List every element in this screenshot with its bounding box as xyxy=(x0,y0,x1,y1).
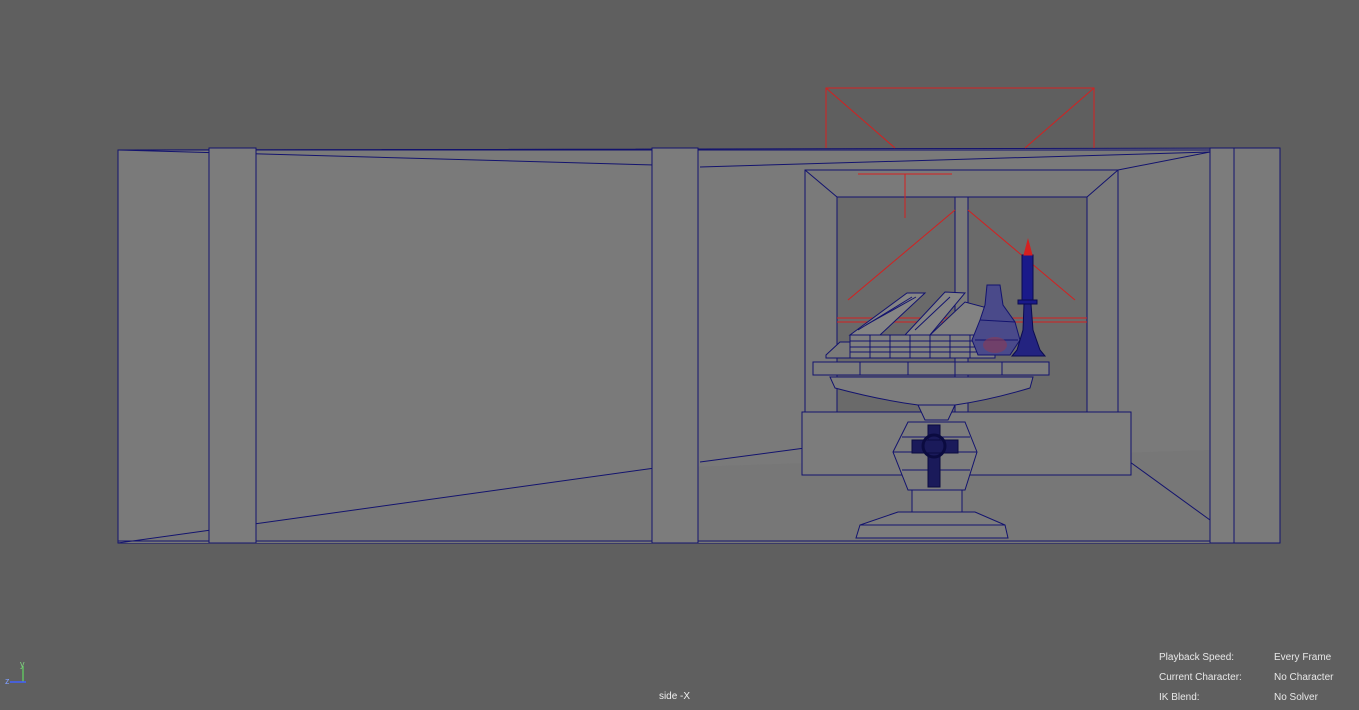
camera-name-label: side -X xyxy=(658,691,691,702)
hud-key: Playback Speed: xyxy=(1159,652,1235,663)
viewport-side-x[interactable]: y z side -X Playback Speed: Every Frame … xyxy=(0,0,1359,710)
hud-key: IK Blend: xyxy=(1159,692,1200,703)
pillar-right xyxy=(1209,147,1235,544)
hud-key: Current Character: xyxy=(1159,672,1242,683)
hud-value: Every Frame xyxy=(1274,652,1332,663)
lectern-neck xyxy=(917,404,956,421)
hud-value: No Solver xyxy=(1274,692,1318,703)
lectern-top xyxy=(812,361,1050,376)
pillar-middle xyxy=(651,147,699,544)
pillar-left xyxy=(208,147,257,544)
lectern-stem xyxy=(911,489,963,513)
scene-wireframe[interactable] xyxy=(0,0,1359,710)
hud-value: No Character xyxy=(1274,672,1334,683)
pillar-right-face xyxy=(1233,147,1281,544)
axis-y-label: y xyxy=(20,659,25,669)
axis-z-label: z xyxy=(5,676,10,686)
